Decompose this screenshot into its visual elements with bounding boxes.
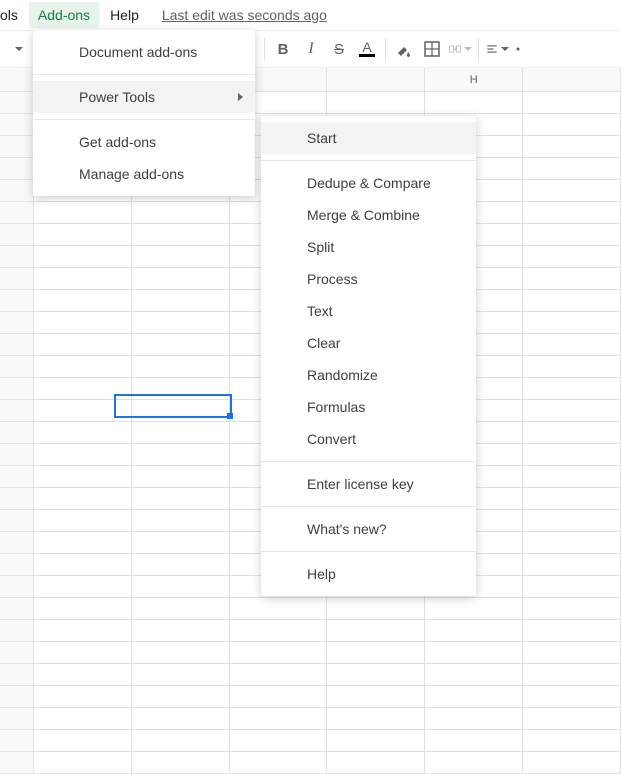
menu-item-process[interactable]: Process (261, 263, 476, 295)
submenu-arrow-icon (238, 93, 243, 101)
menu-item-power-tools[interactable]: Power Tools (33, 81, 255, 113)
menu-help[interactable]: Help (101, 2, 148, 28)
col-header-h[interactable]: H (425, 68, 523, 91)
borders-icon (423, 40, 441, 58)
menu-item-dedupe[interactable]: Dedupe & Compare (261, 167, 476, 199)
strike-icon: S (334, 41, 344, 58)
italic-icon: I (308, 40, 313, 58)
text-color-button[interactable]: A (353, 35, 381, 63)
borders-button[interactable] (418, 35, 446, 63)
separator (264, 38, 265, 60)
col-header[interactable] (523, 68, 621, 91)
menu-separator (261, 506, 476, 507)
menu-separator (261, 160, 476, 161)
last-edit-link[interactable]: Last edit was seconds ago (162, 7, 327, 23)
menu-addons[interactable]: Add-ons (29, 2, 99, 28)
menu-item-manage-addons[interactable]: Manage add-ons (33, 158, 255, 190)
corner-cell[interactable] (0, 68, 34, 91)
menu-item-text[interactable]: Text (261, 295, 476, 327)
dot-icon (513, 40, 523, 58)
separator (385, 38, 386, 60)
menu-item-whatsnew[interactable]: What's new? (261, 513, 476, 545)
menu-item-convert[interactable]: Convert (261, 423, 476, 455)
menu-item-license[interactable]: Enter license key (261, 468, 476, 500)
merge-icon (448, 40, 462, 58)
chevron-down-icon (501, 47, 509, 51)
merge-button[interactable] (446, 35, 474, 63)
chevron-down-icon (464, 47, 472, 51)
addons-menu: Document add-ons Power Tools Get add-ons… (33, 30, 255, 196)
menu-bar: ols Add-ons Help Last edit was seconds a… (0, 0, 621, 30)
separator (478, 38, 479, 60)
strike-button[interactable]: S (325, 35, 353, 63)
chevron-down-icon (15, 47, 23, 51)
menu-item-label: Power Tools (79, 89, 155, 105)
menu-separator (33, 74, 255, 75)
toolbar-dropdown[interactable] (4, 35, 32, 63)
more-button[interactable] (511, 35, 525, 63)
menu-item-clear[interactable]: Clear (261, 327, 476, 359)
bold-icon: B (278, 41, 289, 58)
menu-item-start[interactable]: Start (261, 122, 476, 154)
text-color-icon: A (359, 41, 375, 57)
menu-item-get-addons[interactable]: Get add-ons (33, 126, 255, 158)
menu-item-merge[interactable]: Merge & Combine (261, 199, 476, 231)
menu-separator (261, 551, 476, 552)
menu-item-help[interactable]: Help (261, 558, 476, 590)
menu-item-document-addons[interactable]: Document add-ons (33, 36, 255, 68)
menu-item-formulas[interactable]: Formulas (261, 391, 476, 423)
menu-separator (261, 461, 476, 462)
halign-button[interactable] (483, 35, 511, 63)
power-tools-submenu: Start Dedupe & Compare Merge & Combine S… (261, 116, 476, 596)
menu-tools[interactable]: ols (0, 2, 27, 28)
fill-icon (395, 40, 413, 58)
bold-button[interactable]: B (269, 35, 297, 63)
col-header[interactable] (327, 68, 425, 91)
fill-color-button[interactable] (390, 35, 418, 63)
menu-separator (33, 119, 255, 120)
align-icon (485, 40, 499, 58)
italic-button[interactable]: I (297, 35, 325, 63)
menu-item-split[interactable]: Split (261, 231, 476, 263)
menu-item-randomize[interactable]: Randomize (261, 359, 476, 391)
